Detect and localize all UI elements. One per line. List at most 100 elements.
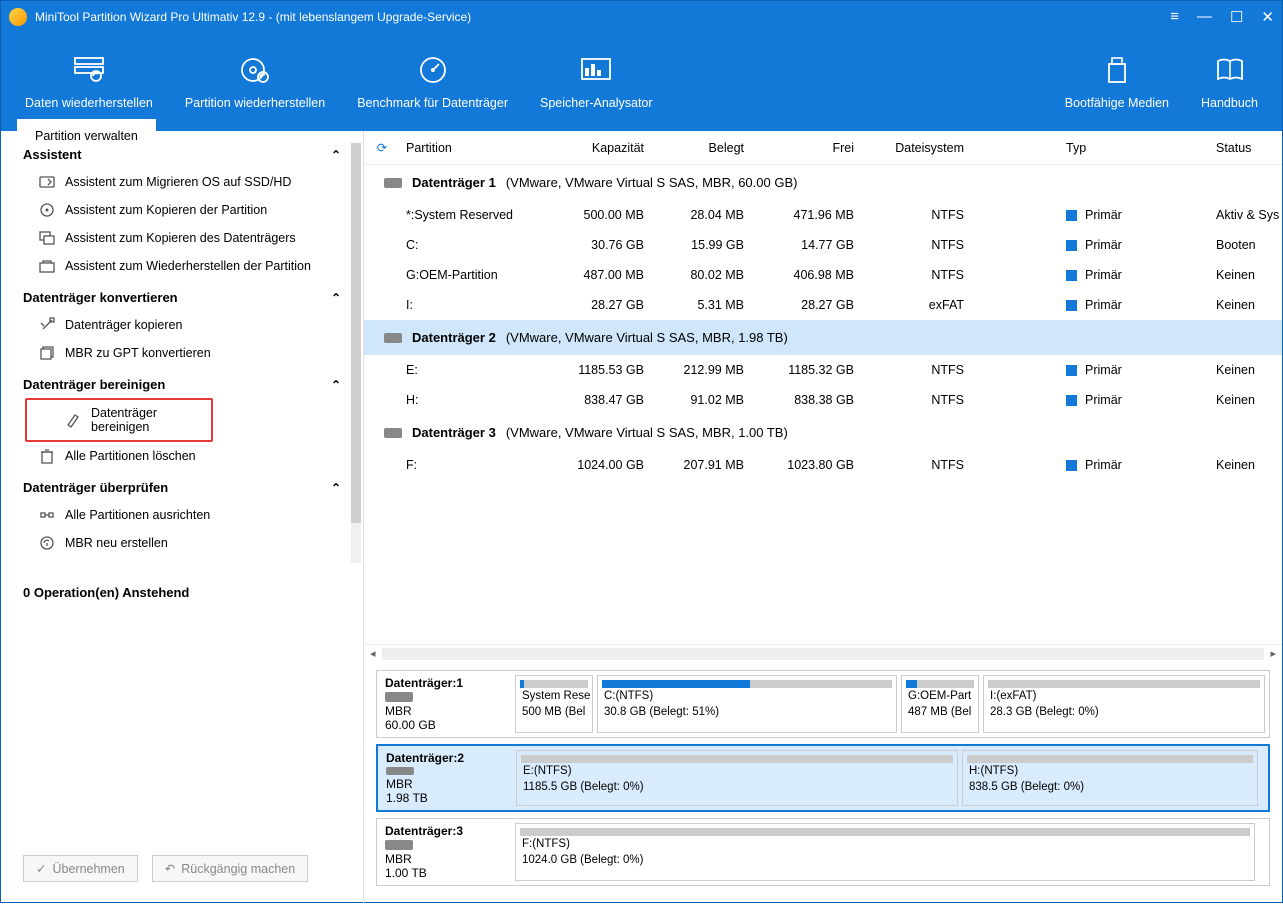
partition-block[interactable]: E:(NTFS)1185.5 GB (Belegt: 0%) — [516, 750, 958, 806]
cell-type: Primär — [1060, 458, 1210, 472]
cell-type: Primär — [1060, 208, 1210, 222]
horizontal-scrollbar[interactable]: ◂▸ — [364, 644, 1282, 662]
disk-panel[interactable]: Datenträger:1MBR60.00 GBSystem Rese500 M… — [376, 670, 1270, 738]
cell-capacity: 1185.53 GB — [560, 363, 650, 377]
partition-row[interactable]: F:1024.00 GB207.91 MB1023.80 GBNTFSPrimä… — [364, 450, 1282, 480]
disk-panel-info: Datenträger:2MBR1.98 TB — [378, 746, 512, 810]
sidebar-group-check[interactable]: Datenträger überprüfen⌃ — [1, 470, 363, 501]
disk-header-row[interactable]: Datenträger 1 (VMware, VMware Virtual S … — [364, 165, 1282, 200]
cell-type: Primär — [1060, 238, 1210, 252]
sidebar-group-assistant[interactable]: Assistent⌃ — [1, 137, 363, 168]
sidebar-item-copy-disk[interactable]: Assistent zum Kopieren des Datenträgers — [1, 224, 363, 252]
sidebar-item-label: Assistent zum Kopieren der Partition — [65, 203, 267, 217]
partition-block-size: 1185.5 GB (Belegt: 0%) — [517, 779, 957, 795]
undo-button[interactable]: ↶Rückgängig machen — [152, 855, 308, 882]
partition-row[interactable]: H:838.47 GB91.02 MB838.38 GBNTFSPrimärKe… — [364, 385, 1282, 415]
cell-used: 5.31 MB — [650, 298, 750, 312]
disk-panel-size: 60.00 GB — [385, 718, 503, 732]
partition-row[interactable]: I:28.27 GB5.31 MB28.27 GBexFATPrimärKein… — [364, 290, 1282, 320]
sidebar-group-clean[interactable]: Datenträger bereinigen⌃ — [1, 367, 363, 398]
benchmark-button[interactable]: Benchmark für Datenträger — [341, 54, 524, 110]
disk-title: Datenträger 1 — [412, 175, 496, 190]
recover-data-button[interactable]: Daten wiederherstellen — [9, 54, 169, 110]
cell-fs: NTFS — [860, 208, 970, 222]
sidebar-item-label: Alle Partitionen ausrichten — [65, 508, 210, 522]
scroll-left-icon[interactable]: ◂ — [370, 647, 376, 660]
disk-header-row[interactable]: Datenträger 3 (VMware, VMware Virtual S … — [364, 415, 1282, 450]
col-type[interactable]: Typ — [1060, 141, 1210, 155]
scroll-right-icon[interactable]: ▸ — [1270, 647, 1276, 660]
partition-row[interactable]: C:30.76 GB15.99 GB14.77 GBNTFSPrimärBoot… — [364, 230, 1282, 260]
sidebar-item-label: MBR zu GPT konvertieren — [65, 346, 211, 360]
disk-title: Datenträger 3 — [412, 425, 496, 440]
cell-name: G:OEM-Partition — [400, 268, 560, 282]
cell-fs: NTFS — [860, 458, 970, 472]
copy-partition-icon — [39, 202, 55, 218]
partition-row[interactable]: *:System Reserved500.00 MB28.04 MB471.96… — [364, 200, 1282, 230]
partition-block[interactable]: C:(NTFS)30.8 GB (Belegt: 51%) — [597, 675, 897, 733]
partition-block-name: C:(NTFS) — [598, 688, 896, 704]
cell-free: 1023.80 GB — [750, 458, 860, 472]
cell-free: 471.96 MB — [750, 208, 860, 222]
col-status[interactable]: Status — [1210, 141, 1280, 155]
disk-header-row[interactable]: Datenträger 2 (VMware, VMware Virtual S … — [364, 320, 1282, 355]
partition-block[interactable]: I:(exFAT)28.3 GB (Belegt: 0%) — [983, 675, 1265, 733]
sidebar-item-mbr-to-gpt[interactable]: MBR zu GPT konvertieren — [1, 339, 363, 367]
apply-button[interactable]: ✓Übernehmen — [23, 855, 138, 882]
col-used[interactable]: Belegt — [650, 141, 750, 155]
refresh-button[interactable]: ⟳ — [364, 140, 400, 155]
sidebar-item-wipe-disk[interactable]: Datenträger bereinigen — [25, 398, 213, 442]
cell-fs: NTFS — [860, 238, 970, 252]
disk-icon — [385, 692, 413, 702]
bootable-media-button[interactable]: Bootfähige Medien — [1049, 54, 1185, 110]
maximize-icon[interactable]: ☐ — [1230, 8, 1243, 26]
col-partition[interactable]: Partition — [400, 141, 560, 155]
disk-icon — [384, 178, 402, 188]
partition-block[interactable]: System Rese500 MB (Bel — [515, 675, 593, 733]
usage-bar — [967, 755, 1253, 763]
disk-panel[interactable]: Datenträger:2MBR1.98 TBE:(NTFS)1185.5 GB… — [376, 744, 1270, 812]
manual-button[interactable]: Handbuch — [1185, 54, 1274, 110]
recover-partition-icon — [239, 54, 271, 86]
sidebar-item-copy-disk2[interactable]: Datenträger kopieren — [1, 311, 363, 339]
disk-panel[interactable]: Datenträger:3MBR1.00 TBF:(NTFS)1024.0 GB… — [376, 818, 1270, 886]
sidebar-item-align-all[interactable]: Alle Partitionen ausrichten — [1, 501, 363, 529]
minimize-icon[interactable]: — — [1197, 8, 1212, 26]
chevron-up-icon: ⌃ — [331, 148, 341, 162]
partition-block[interactable]: F:(NTFS)1024.0 GB (Belegt: 0%) — [515, 823, 1255, 881]
sidebar-item-copy-partition[interactable]: Assistent zum Kopieren der Partition — [1, 196, 363, 224]
recover-partition-button[interactable]: Partition wiederherstellen — [169, 54, 341, 110]
type-square-icon — [1066, 240, 1077, 251]
align-all-icon — [39, 507, 55, 523]
cell-fs: exFAT — [860, 298, 970, 312]
cell-type: Primär — [1060, 393, 1210, 407]
cell-fs: NTFS — [860, 393, 970, 407]
sidebar-item-rebuild-mbr[interactable]: MBR neu erstellen — [1, 529, 363, 557]
partition-block-size: 1024.0 GB (Belegt: 0%) — [516, 852, 1254, 868]
sidebar-scrollbar[interactable] — [351, 143, 361, 563]
sidebar-item-migrate-os[interactable]: Assistent zum Migrieren OS auf SSD/HD — [1, 168, 363, 196]
partition-block[interactable]: G:OEM-Part487 MB (Bel — [901, 675, 979, 733]
disk-panel-name: Datenträger:1 — [385, 676, 503, 690]
disk-desc: (VMware, VMware Virtual S SAS, MBR, 1.00… — [506, 425, 788, 440]
col-capacity[interactable]: Kapazität — [560, 141, 650, 155]
app-logo-icon — [9, 8, 27, 26]
col-free[interactable]: Frei — [750, 141, 860, 155]
partition-row[interactable]: E:1185.53 GB212.99 MB1185.32 GBNTFSPrimä… — [364, 355, 1282, 385]
sidebar-group-convert[interactable]: Datenträger konvertieren⌃ — [1, 280, 363, 311]
partition-block[interactable]: H:(NTFS)838.5 GB (Belegt: 0%) — [962, 750, 1258, 806]
close-icon[interactable]: ✕ — [1261, 8, 1274, 26]
sidebar-item-delete-all[interactable]: Alle Partitionen löschen — [1, 442, 363, 470]
chevron-up-icon: ⌃ — [331, 378, 341, 392]
partition-block-size: 30.8 GB (Belegt: 51%) — [598, 704, 896, 720]
space-analyzer-label: Speicher-Analysator — [540, 96, 653, 110]
partition-row[interactable]: G:OEM-Partition487.00 MB80.02 MB406.98 M… — [364, 260, 1282, 290]
space-analyzer-button[interactable]: Speicher-Analysator — [524, 54, 669, 110]
sidebar-item-restore-partition[interactable]: Assistent zum Wiederherstellen der Parti… — [1, 252, 363, 280]
col-fs[interactable]: Dateisystem — [860, 141, 970, 155]
disk-panel-info: Datenträger:3MBR1.00 TB — [377, 819, 511, 885]
recover-partition-label: Partition wiederherstellen — [185, 96, 325, 110]
restore-partition-icon — [39, 258, 55, 274]
menu-icon[interactable]: ≡ — [1170, 8, 1179, 26]
partition-block-name: I:(exFAT) — [984, 688, 1264, 704]
